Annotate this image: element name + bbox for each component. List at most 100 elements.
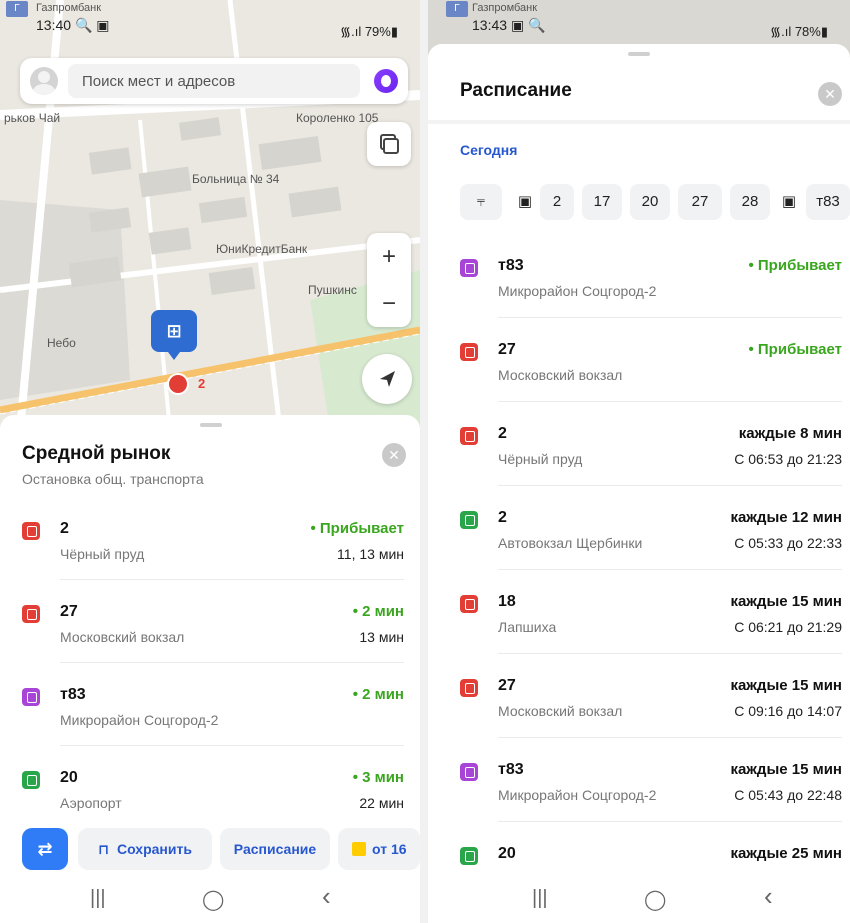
map-view[interactable]: Г Газпромбанк 13:40 🔍 ▣ ᯾.ıl 79%▮ рьков …: [0, 0, 420, 430]
map-label-nebo: Небо: [47, 336, 76, 350]
status-carrier: Газпромбанк: [472, 2, 538, 14]
layers-icon: [380, 134, 399, 154]
status-time: 13:40 🔍 ▣: [36, 17, 110, 33]
route-status: • 2 мин: [352, 686, 404, 703]
route-filter-chips: ⫧ ▣ 2 17 20 27 28 ▣ т83: [460, 184, 850, 220]
route-status: • Прибывает: [748, 257, 842, 274]
map-label-bank: ЮниКредитБанк: [216, 242, 308, 256]
minibus-icon: ▣: [781, 193, 797, 210]
route-times: 13 мин: [359, 629, 404, 645]
route-times: С 09:16 до 14:07: [734, 703, 842, 719]
filter-icon[interactable]: ⫧: [460, 184, 502, 220]
route-status: • Прибывает: [748, 341, 842, 358]
route-number: 2: [60, 520, 69, 537]
route-status: каждые 12 мин: [730, 509, 842, 526]
bank-app-icon: Г: [6, 1, 28, 17]
bus-icon: ▣: [517, 193, 533, 210]
route-destination: Чёрный пруд: [498, 451, 583, 467]
taxi-icon: [352, 842, 366, 856]
avatar[interactable]: [30, 67, 58, 95]
route-number: 27: [498, 341, 516, 358]
chip-route[interactable]: т83: [806, 184, 850, 220]
transport-icon: [460, 595, 478, 613]
transport-icon: [460, 343, 478, 361]
status-bar: Г Газпромбанк 13:43 ▣ 🔍 ᯾.ıl 78%▮: [428, 0, 850, 44]
route-icon: ⇄: [37, 839, 53, 859]
transport-icon: [460, 679, 478, 697]
save-button[interactable]: ⊓ Сохранить: [78, 828, 212, 870]
route-destination: Московский вокзал: [60, 629, 185, 645]
sheet-handle[interactable]: [200, 423, 222, 427]
route-destination: Микрорайон Соцгород-2: [498, 787, 657, 803]
map-label-pushkin: Пушкинс: [308, 283, 357, 297]
transport-icon: [460, 763, 478, 781]
status-bar: Г Газпромбанк 13:40 🔍 ▣ ᯾.ıl 79%▮: [0, 0, 420, 44]
stop-subtitle: Остановка общ. транспорта: [22, 471, 204, 487]
row-divider: [60, 662, 404, 663]
row-divider: [60, 579, 404, 580]
chip-route[interactable]: 28: [730, 184, 770, 220]
route-destination: Московский вокзал: [498, 703, 623, 719]
transport-icon: [460, 847, 478, 865]
route-number: 2: [498, 509, 507, 526]
left-screen: Г Газпромбанк 13:40 🔍 ▣ ᯾.ıl 79%▮ рьков …: [0, 0, 420, 923]
my-location-button[interactable]: [362, 354, 412, 404]
stop-pin-icon[interactable]: ⊞: [151, 310, 197, 360]
close-icon[interactable]: ✕: [382, 443, 406, 467]
chip-route[interactable]: 17: [582, 184, 622, 220]
layers-button[interactable]: [367, 122, 411, 166]
back-button[interactable]: ‹: [764, 881, 773, 912]
schedule-button[interactable]: Расписание: [220, 828, 330, 870]
section-divider: [428, 120, 850, 124]
bus-marker-icon[interactable]: [167, 373, 189, 395]
row-divider: [498, 317, 842, 318]
minibus-icon: [22, 688, 40, 706]
recents-button[interactable]: |||: [90, 887, 106, 910]
bookmark-icon: ⊓: [98, 841, 110, 857]
status-battery: ᯾.ıl 79%▮: [340, 24, 398, 39]
map-label-tea: рьков Чай: [4, 111, 61, 125]
route-destination: Микрорайон Соцгород-2: [60, 712, 219, 728]
taxi-button[interactable]: от 16: [338, 828, 420, 870]
bus-marker-count: 2: [198, 376, 206, 391]
route-destination: Автовокзал Щербинки: [498, 535, 643, 551]
zoom-out-button[interactable]: −: [367, 280, 411, 327]
route-status: • 3 мин: [352, 769, 404, 786]
zoom-in-button[interactable]: +: [367, 233, 411, 280]
home-button[interactable]: ◯: [644, 887, 666, 912]
back-button[interactable]: ‹: [322, 881, 331, 912]
route-times: 22 мин: [359, 795, 404, 811]
schedule-sheet: Расписание ✕ Сегодня ⫧ ▣ 2 17 20 27 28 ▣…: [428, 44, 850, 923]
row-divider: [498, 737, 842, 738]
route-times: 11, 13 мин: [337, 546, 404, 562]
search-bar: [20, 58, 408, 104]
search-input[interactable]: [68, 64, 360, 98]
route-status: каждые 25 мин: [730, 845, 842, 862]
today-tab[interactable]: Сегодня: [460, 142, 517, 158]
schedule-title: Расписание: [460, 80, 572, 101]
status-notification-icons: ▣ 🔍: [510, 17, 546, 33]
route-destination: Аэропорт: [60, 795, 122, 811]
route-times: С 05:33 до 22:33: [734, 535, 842, 551]
sheet-handle[interactable]: [628, 52, 650, 56]
zoom-control: + −: [367, 233, 411, 327]
route-destination: Лапшиха: [498, 619, 557, 635]
route-times: С 05:43 до 22:48: [734, 787, 842, 803]
home-button[interactable]: ◯: [202, 887, 224, 912]
route-button[interactable]: ⇄: [22, 828, 68, 870]
recents-button[interactable]: |||: [532, 887, 548, 910]
route-number: т83: [498, 761, 524, 778]
transport-icon: [460, 427, 478, 445]
route-status: каждые 8 мин: [738, 425, 842, 442]
chip-route[interactable]: 27: [678, 184, 722, 220]
chip-route[interactable]: 20: [630, 184, 670, 220]
voice-assistant-icon[interactable]: [374, 69, 398, 93]
route-number: т83: [498, 257, 524, 274]
close-icon[interactable]: ✕: [818, 82, 842, 106]
system-nav-bar: ||| ◯ ‹: [0, 877, 420, 923]
minibus-icon: [22, 771, 40, 789]
route-number: т83: [60, 686, 86, 703]
navigation-arrow-icon: [380, 371, 395, 387]
route-times: С 06:53 до 21:23: [734, 451, 842, 467]
chip-route[interactable]: 2: [540, 184, 574, 220]
